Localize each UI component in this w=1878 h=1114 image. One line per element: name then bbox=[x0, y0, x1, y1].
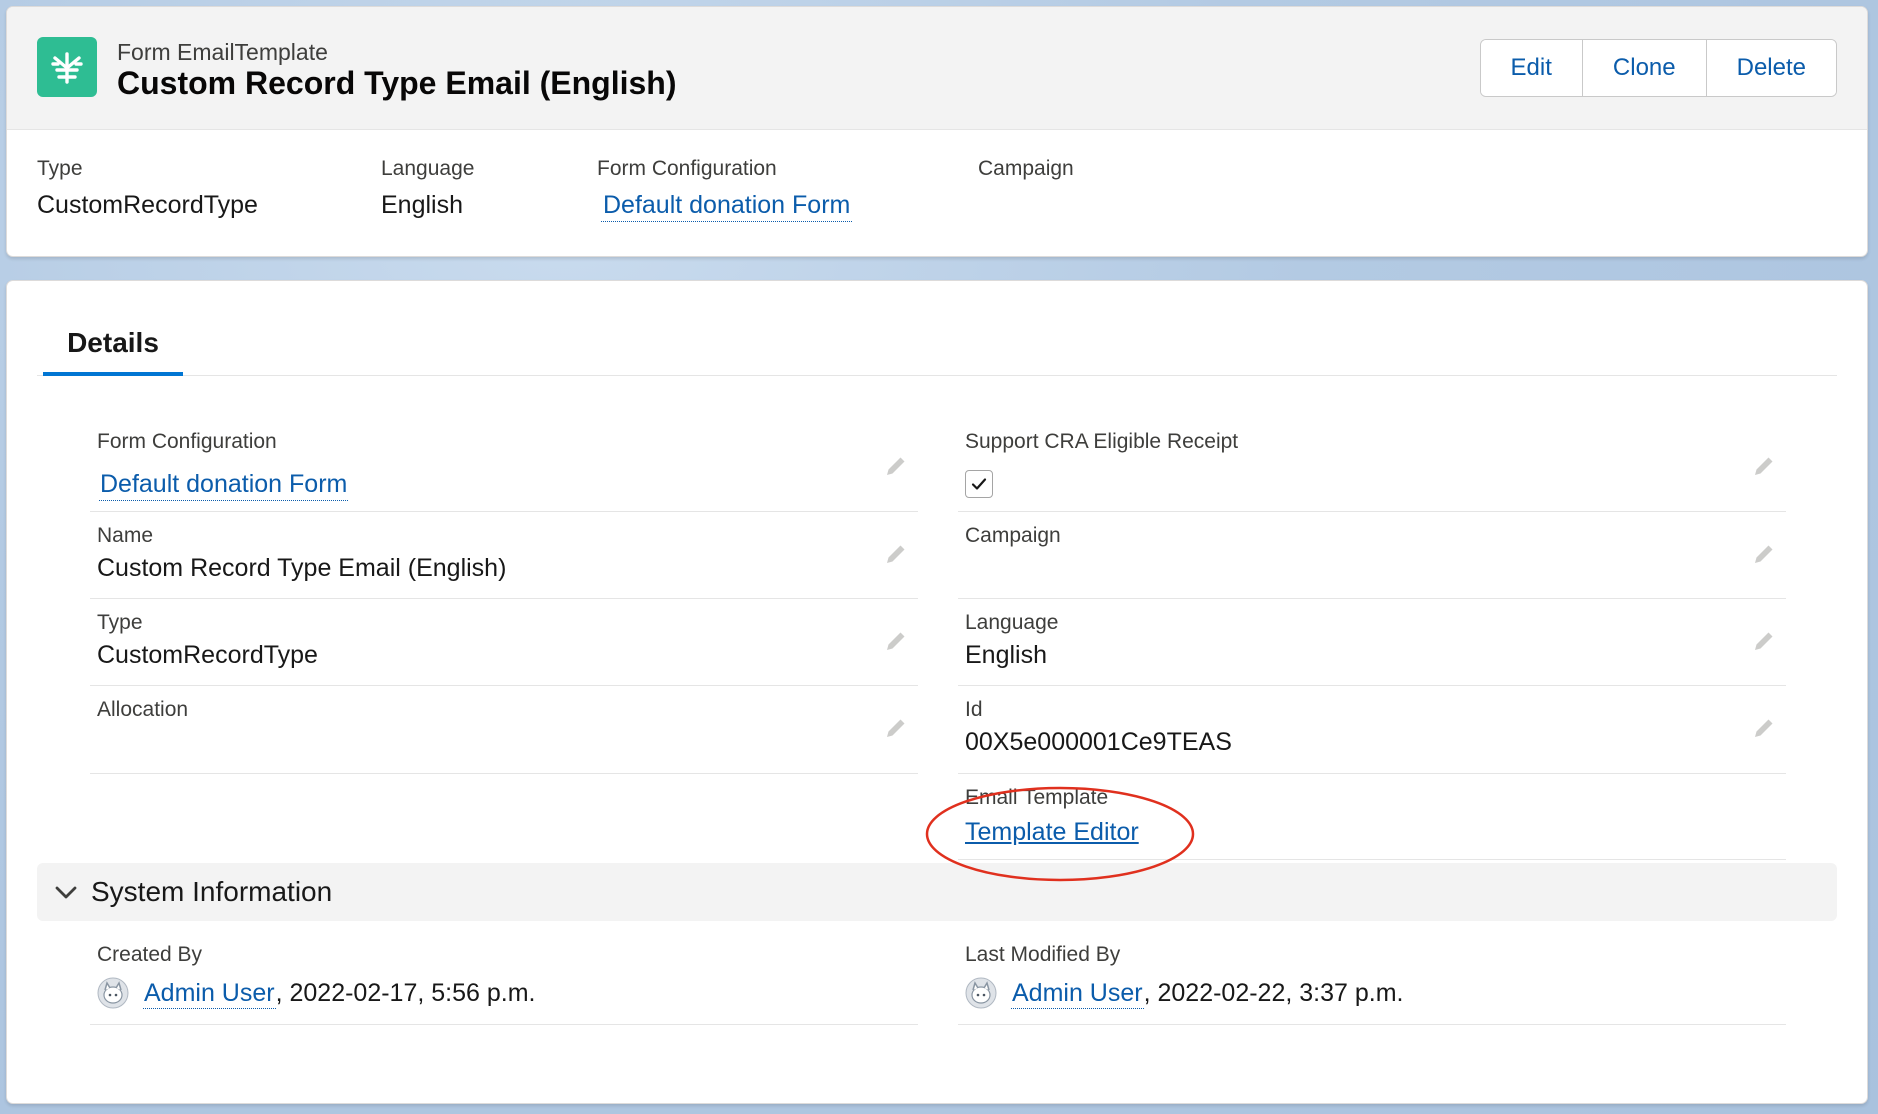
highlight-form-configuration-label: Form Configuration bbox=[597, 157, 777, 180]
highlight-language-label: Language bbox=[381, 157, 475, 180]
field-form-configuration: Form Configuration Default donation Form bbox=[90, 418, 918, 512]
edit-button[interactable]: Edit bbox=[1480, 40, 1583, 96]
user-avatar-icon bbox=[97, 977, 129, 1009]
pencil-icon[interactable] bbox=[1752, 542, 1776, 566]
field-support-cra-eligible-receipt: Support CRA Eligible Receipt bbox=[958, 418, 1786, 512]
highlight-language-value: English bbox=[381, 191, 463, 219]
checkmark-icon bbox=[971, 478, 987, 490]
delete-button[interactable]: Delete bbox=[1706, 40, 1836, 96]
field-email-template: Email Template Template Editor bbox=[958, 774, 1786, 860]
field-label: Language bbox=[965, 611, 1059, 634]
last-modified-by-user-link[interactable]: Admin User bbox=[1011, 979, 1144, 1009]
section-title: System Information bbox=[91, 876, 333, 907]
highlight-type-label: Type bbox=[37, 157, 83, 180]
record-header-top: Form EmailTemplate Custom Record Type Em… bbox=[7, 7, 1867, 130]
field-label: Email Template bbox=[965, 786, 1109, 809]
last-modified-date: , 2022-02-22, 3:37 p.m. bbox=[1143, 979, 1404, 1007]
field-label: Type bbox=[97, 611, 143, 634]
field-label: Id bbox=[965, 698, 983, 721]
field-value: CustomRecordType bbox=[97, 641, 318, 669]
section-system-information[interactable]: System Information bbox=[37, 863, 1837, 921]
chevron-down-icon bbox=[55, 886, 77, 899]
details-card: Details Form Configuration Default donat… bbox=[6, 280, 1868, 1104]
pencil-icon[interactable] bbox=[1752, 716, 1776, 740]
field-id: Id 00X5e000001Ce9TEAS bbox=[958, 686, 1786, 774]
field-value: 00X5e000001Ce9TEAS bbox=[965, 728, 1232, 756]
tab-details[interactable]: Details bbox=[43, 325, 183, 376]
object-type-label: Form EmailTemplate bbox=[117, 39, 328, 65]
field-created-by: Created By Admin User, 2022-02-17, 5:56 … bbox=[90, 931, 918, 1025]
field-label: Last Modified By bbox=[965, 943, 1121, 966]
field-label: Allocation bbox=[97, 698, 189, 721]
tab-bar: Details bbox=[37, 281, 1837, 376]
field-label: Form Configuration bbox=[97, 430, 277, 453]
highlight-type: Type CustomRecordType bbox=[37, 157, 258, 220]
pencil-icon[interactable] bbox=[884, 542, 908, 566]
field-campaign: Campaign bbox=[958, 512, 1786, 599]
highlight-type-value: CustomRecordType bbox=[37, 191, 258, 219]
field-label: Created By bbox=[97, 943, 203, 966]
highlight-form-configuration-link[interactable]: Default donation Form bbox=[601, 191, 853, 222]
template-editor-link[interactable]: Template Editor bbox=[965, 818, 1139, 847]
support-cra-checkbox bbox=[965, 470, 993, 498]
pencil-icon[interactable] bbox=[1752, 629, 1776, 653]
pencil-icon[interactable] bbox=[884, 716, 908, 740]
record-header: Form EmailTemplate Custom Record Type Em… bbox=[6, 6, 1868, 257]
created-by-line: Admin User, 2022-02-17, 5:56 p.m. bbox=[143, 979, 536, 1009]
form-configuration-link[interactable]: Default donation Form bbox=[99, 470, 349, 501]
pencil-icon[interactable] bbox=[1752, 454, 1776, 478]
form-email-template-icon bbox=[37, 37, 97, 97]
highlight-form-configuration: Form Configuration Default donation Form bbox=[597, 157, 853, 222]
field-label: Name bbox=[97, 524, 154, 547]
pencil-icon[interactable] bbox=[884, 629, 908, 653]
highlight-language: Language English bbox=[381, 157, 474, 220]
field-value: Custom Record Type Email (English) bbox=[97, 554, 507, 582]
field-last-modified-by: Last Modified By Admin User, 2022-02-22,… bbox=[958, 931, 1786, 1025]
field-type: Type CustomRecordType bbox=[90, 599, 918, 686]
action-button-group: Edit Clone Delete bbox=[1479, 39, 1837, 97]
field-label: Campaign bbox=[965, 524, 1061, 547]
clone-button[interactable]: Clone bbox=[1582, 40, 1707, 96]
field-value: English bbox=[965, 641, 1047, 669]
last-modified-by-line: Admin User, 2022-02-22, 3:37 p.m. bbox=[1011, 979, 1404, 1009]
highlight-campaign-label: Campaign bbox=[978, 157, 1074, 180]
highlight-campaign: Campaign bbox=[978, 157, 1074, 191]
field-allocation: Allocation bbox=[90, 686, 918, 774]
pencil-icon[interactable] bbox=[884, 454, 908, 478]
user-avatar-icon bbox=[965, 977, 997, 1009]
created-by-user-link[interactable]: Admin User bbox=[143, 979, 276, 1009]
field-language: Language English bbox=[958, 599, 1786, 686]
page-title: Custom Record Type Email (English) bbox=[117, 65, 677, 101]
created-date: , 2022-02-17, 5:56 p.m. bbox=[275, 979, 536, 1007]
field-name: Name Custom Record Type Email (English) bbox=[90, 512, 918, 599]
field-label: Support CRA Eligible Receipt bbox=[965, 430, 1239, 453]
